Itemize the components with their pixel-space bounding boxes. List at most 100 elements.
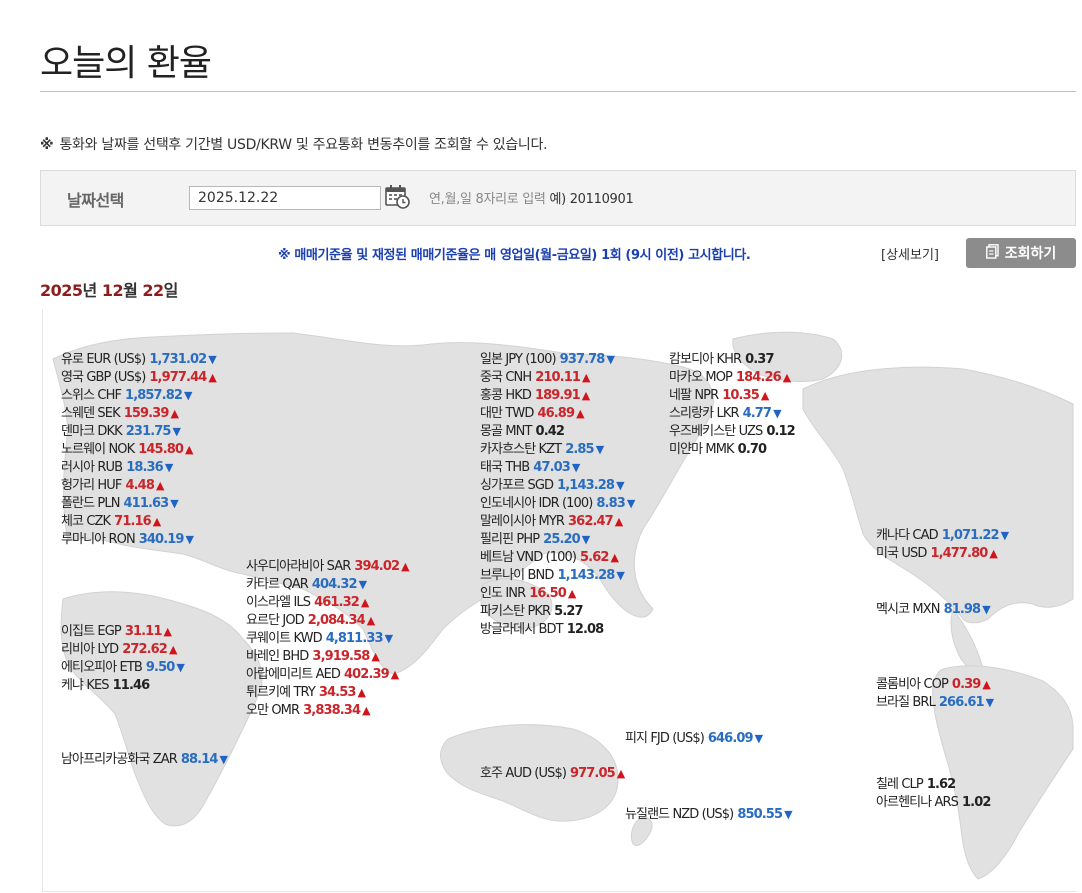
up-arrow-icon: ▲ xyxy=(168,643,177,656)
region-new-zealand: 뉴질랜드 NZD (US$) 850.55 ▼ xyxy=(625,806,793,824)
region-south-africa: 남아프리카공화국 ZAR 88.14 ▼ xyxy=(61,751,228,769)
currency-name: 오만 OMR xyxy=(246,703,300,718)
rate-value: 266.61 xyxy=(938,695,985,710)
region-middle-east: 사우디아라비아 SAR 394.02 ▲ 카타르 QAR 404.32 ▼ 이스라엘 I… xyxy=(246,558,410,720)
up-arrow-icon: ▲ xyxy=(982,678,990,691)
rate-pkr: 파키스탄 PKR 5.27 xyxy=(480,603,634,621)
currency-name: 리비아 LYD xyxy=(61,642,119,657)
currency-name: 노르웨이 NOK xyxy=(61,442,135,457)
up-arrow-icon: ▲ xyxy=(760,389,769,402)
rate-value: 3,838.34 xyxy=(303,703,361,718)
down-arrow-icon: ▼ xyxy=(773,407,781,420)
currency-name: 태국 THB xyxy=(480,460,530,475)
up-arrow-icon: ▲ xyxy=(582,371,590,384)
up-arrow-icon: ▲ xyxy=(616,767,625,780)
down-arrow-icon: ▼ xyxy=(571,461,580,474)
currency-name: 필리핀 PHP xyxy=(480,532,540,547)
rate-etb: 에티오피아 ETB 9.50 ▼ xyxy=(61,659,185,677)
rate-value: 1,977.44 xyxy=(149,370,207,385)
currency-name: 남아프리카공화국 ZAR xyxy=(61,752,178,767)
rate-hkd: 홍콩 HKD 189.91 ▲ xyxy=(480,387,634,405)
rate-jpy: 일본 JPY (100) 937.78 ▼ xyxy=(480,351,634,369)
date-hint-text: 연,월,일 8자리로 입력 xyxy=(429,192,546,207)
currency-name: 케냐 KES xyxy=(61,678,110,693)
rate-mnt: 몽골 MNT 0.42 xyxy=(480,423,634,441)
announcement-text: ※ 매매기준율 및 재정된 매매기준율은 매 영업일(월-금요일) 1회 (9시… xyxy=(278,248,751,263)
currency-name: 튀르키예 TRY xyxy=(246,685,316,700)
down-arrow-icon: ▼ xyxy=(170,497,178,510)
detail-link[interactable]: [상세보기] xyxy=(881,244,939,263)
date-select-label: 날짜선택 xyxy=(67,191,124,210)
rate-value: 189.91 xyxy=(534,388,581,403)
down-arrow-icon: ▼ xyxy=(616,569,624,582)
rate-value: 0.70 xyxy=(737,442,767,457)
down-arrow-icon: ▼ xyxy=(184,389,192,402)
rate-twd: 대만 TWD 46.89 ▲ xyxy=(480,405,634,423)
currency-name: 베트남 VND (100) xyxy=(480,550,577,565)
currency-name: 루마니아 RON xyxy=(61,532,136,547)
currency-name: 콜롬비아 COP xyxy=(876,677,949,692)
currency-name: 브루나이 BND xyxy=(480,568,554,583)
currency-name: 중국 CNH xyxy=(480,370,532,385)
rate-aed: 아랍에미리트 AED 402.39 ▲ xyxy=(246,666,409,684)
region-north-america: 캐나다 CAD 1,071.22 ▼ 미국 USD 1,477.80 ▲ xyxy=(876,527,1009,563)
currency-name: 뉴질랜드 NZD (US$) xyxy=(625,807,734,822)
rate-kes: 케냐 KES 11.46 xyxy=(61,677,184,695)
currency-name: 쿠웨이트 KWD xyxy=(246,631,323,646)
currency-name: 유로 EUR (US$) xyxy=(61,352,146,367)
rate-value: 394.02 xyxy=(354,559,400,574)
rate-omr: 오만 OMR 3,838.34 ▲ xyxy=(246,702,409,720)
rate-value: 2,084.34 xyxy=(307,613,366,628)
region-fiji: 피지 FJD (US$) 646.09 ▼ xyxy=(625,730,763,748)
down-arrow-icon: ▼ xyxy=(606,353,614,366)
rate-zar: 남아프리카공화국 ZAR 88.14 ▼ xyxy=(61,751,228,769)
rate-value: 4.77 xyxy=(742,406,772,421)
up-arrow-icon: ▲ xyxy=(371,650,379,663)
world-map-area: 유로 EUR (US$) 1,731.02 ▼ 영국 GBP (US$) 1,977.… xyxy=(42,309,1076,892)
currency-name: 이스라엘 ILS xyxy=(246,595,311,610)
date-input[interactable] xyxy=(189,186,381,210)
rate-value: 1,143.28 xyxy=(557,568,615,583)
region-asia: 일본 JPY (100) 937.78 ▼ 중국 CNH 210.11 ▲ 홍콩 HKD… xyxy=(480,351,635,639)
notice-text: ※ 통화와 날짜를 선택후 기간별 USD/KRW 및 주요통화 변동추이를 조… xyxy=(40,134,548,154)
rate-value: 402.39 xyxy=(344,667,390,682)
rate-value: 8.83 xyxy=(596,496,625,511)
north-america-landmass xyxy=(802,366,1074,624)
rate-uzs: 우즈베키스탄 UZS 0.12 xyxy=(669,423,796,441)
rate-value: 1,143.28 xyxy=(557,478,615,493)
rate-value: 46.89 xyxy=(537,406,575,421)
down-arrow-icon: ▼ xyxy=(219,753,228,766)
rate-czk: 체코 CZK 71.16 ▲ xyxy=(61,513,216,531)
currency-name: 미국 USD xyxy=(876,546,927,561)
rate-ron: 루마니아 RON 340.19 ▼ xyxy=(61,531,216,549)
currency-name: 스리랑카 LKR xyxy=(669,406,739,421)
currency-name: 아르헨티나 ARS xyxy=(876,795,959,810)
currency-name: 폴란드 PLN xyxy=(61,496,120,511)
rate-mmk: 미얀마 MMK 0.70 xyxy=(669,441,795,459)
rate-value: 31.11 xyxy=(124,624,163,639)
notice-mark: ※ xyxy=(40,137,54,153)
rate-value: 0.12 xyxy=(766,424,795,439)
currency-name: 피지 FJD (US$) xyxy=(625,731,705,746)
down-arrow-icon: ▼ xyxy=(581,533,590,546)
rate-cnh: 중국 CNH 210.11 ▲ xyxy=(480,369,634,387)
down-arrow-icon: ▼ xyxy=(172,425,181,438)
currency-name: 아랍에미리트 AED xyxy=(246,667,341,682)
down-arrow-icon: ▼ xyxy=(754,732,763,745)
region-mexico: 멕시코 MXN 81.98 ▼ xyxy=(876,601,991,619)
calendar-icon[interactable] xyxy=(384,183,410,209)
rate-value: 646.09 xyxy=(707,731,754,746)
rate-value: 4.48 xyxy=(125,478,154,493)
rate-value: 340.19 xyxy=(138,532,185,547)
rate-myr: 말레이시아 MYR 362.47 ▲ xyxy=(480,513,634,531)
query-button[interactable]: 조회하기 xyxy=(966,238,1076,268)
rate-eur: 유로 EUR (US$) 1,731.02 ▼ xyxy=(61,351,217,369)
currency-name: 파키스탄 PKR xyxy=(480,604,551,619)
rate-dkk: 덴마크 DKK 231.75 ▼ xyxy=(61,423,216,441)
query-button-label: 조회하기 xyxy=(1004,246,1057,262)
rate-value: 1,071.22 xyxy=(941,528,1000,543)
down-arrow-icon: ▼ xyxy=(595,443,604,456)
down-arrow-icon: ▼ xyxy=(176,661,184,674)
up-arrow-icon: ▲ xyxy=(362,704,370,717)
up-arrow-icon: ▲ xyxy=(614,515,623,528)
